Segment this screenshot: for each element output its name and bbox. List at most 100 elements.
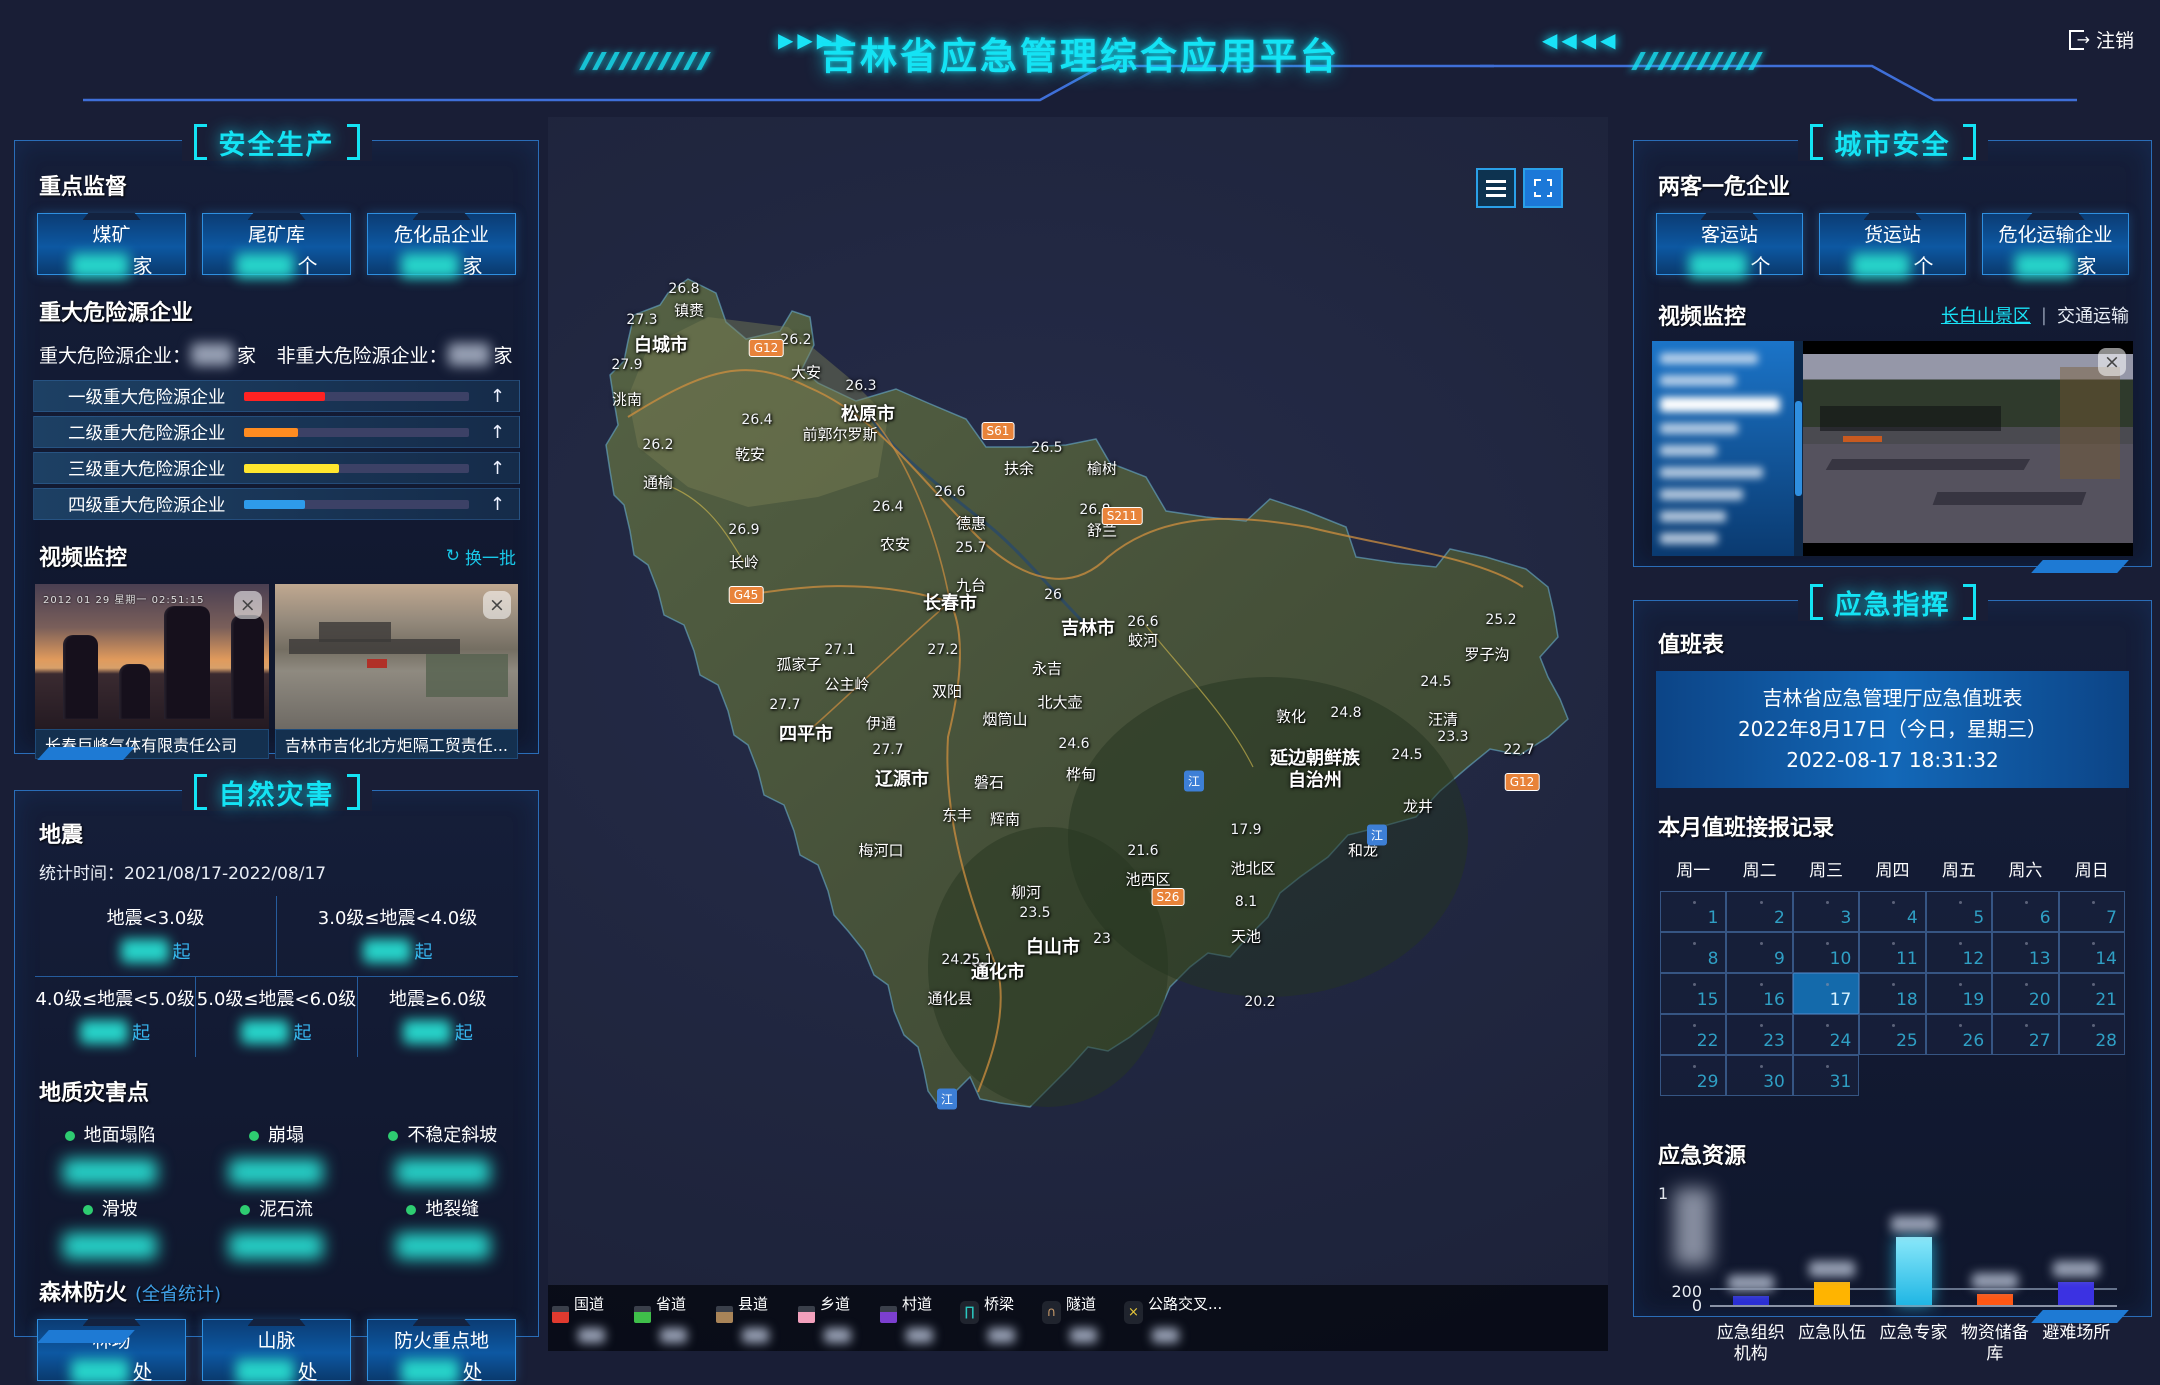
logout-button[interactable]: → 注销: [2069, 26, 2134, 53]
map-town-label: 龙井: [1403, 796, 1433, 817]
calendar-day-cell[interactable]: 4: [1859, 891, 1925, 932]
link-changbaishan[interactable]: 长白山景区: [1941, 302, 2031, 328]
legend-item[interactable]: 县道: [718, 1293, 788, 1343]
hazard-level-row[interactable]: 二级重大危险源企业↑: [33, 416, 520, 448]
calendar-day-cell[interactable]: 7: [2059, 891, 2125, 932]
camera-caption: 吉林市吉化北方炬隔工贸责任...: [275, 729, 518, 759]
hazard-level-fill: [244, 500, 305, 509]
camera-list-item-blurred[interactable]: [1660, 353, 1758, 364]
stat-card[interactable]: 林场处: [37, 1319, 186, 1381]
camera-list-item-blurred[interactable]: [1660, 423, 1738, 434]
calendar-day-cell[interactable]: 12: [1926, 932, 1992, 973]
stat-card[interactable]: 防火重点地处: [367, 1319, 516, 1381]
calendar-day-cell[interactable]: 10: [1793, 932, 1859, 973]
panel-city-title: 城市安全: [1835, 123, 1951, 162]
calendar-day-cell[interactable]: 5: [1926, 891, 1992, 932]
calendar-day-cell[interactable]: 1: [1660, 891, 1726, 932]
duty-heading: 值班表: [1658, 627, 2151, 659]
close-icon[interactable]: ×: [2098, 348, 2126, 376]
hazard-level-row[interactable]: 四级重大危险源企业↑: [33, 488, 520, 520]
blurred-value: [80, 1020, 128, 1044]
stat-card[interactable]: 山脉处: [202, 1319, 351, 1381]
calendar-day-cell[interactable]: 25: [1859, 1014, 1925, 1055]
calendar-day-number: 23: [1763, 1031, 1785, 1051]
map-temperature-label: 24.5: [1391, 747, 1422, 763]
calendar-day-cell[interactable]: 16: [1726, 973, 1792, 1014]
calendar-day-number: 4: [1907, 908, 1918, 928]
legend-item[interactable]: ∩隧道: [1046, 1293, 1116, 1343]
calendar-day-cell[interactable]: 29: [1660, 1055, 1726, 1096]
calendar-day-cell[interactable]: 9: [1726, 932, 1792, 973]
camera-list-scrollbar[interactable]: [1794, 341, 1803, 556]
refresh-batch-button[interactable]: ↻ 换一批: [446, 544, 516, 569]
geo-hazard-heading: 地质灾害点: [39, 1075, 538, 1107]
earthquake-unit: 起: [173, 942, 191, 963]
chart-bar: [2058, 1282, 2094, 1305]
calendar-day-cell[interactable]: 20: [1992, 973, 2058, 1014]
legend-item[interactable]: 国道: [554, 1293, 624, 1343]
calendar-day-cell[interactable]: 15: [1660, 973, 1726, 1014]
calendar-day-cell[interactable]: 24: [1793, 1014, 1859, 1055]
camera-list-item-blurred[interactable]: [1660, 467, 1763, 478]
stat-card-label: 尾矿库: [203, 220, 350, 247]
close-icon[interactable]: ×: [483, 591, 511, 619]
calendar-day-number: 25: [1896, 1031, 1918, 1051]
stat-card[interactable]: 客运站个: [1656, 213, 1803, 275]
calendar-day-cell[interactable]: 23: [1726, 1014, 1792, 1055]
calendar-day-cell[interactable]: 3: [1793, 891, 1859, 932]
calendar-day-cell[interactable]: 18: [1859, 973, 1925, 1014]
calendar-day-cell[interactable]: 31: [1793, 1055, 1859, 1096]
calendar-day-cell[interactable]: 28: [2059, 1014, 2125, 1055]
legend-item[interactable]: ∏桥梁: [964, 1293, 1034, 1343]
road-badge: S61: [982, 422, 1015, 440]
calendar-day-cell[interactable]: 14: [2059, 932, 2125, 973]
calendar-day-cell[interactable]: 22: [1660, 1014, 1726, 1055]
camera-card[interactable]: 2012 01 29 星期一 02:51:15 × 长春巨峰气体有限责任公司: [35, 584, 269, 759]
legend-label: 省道: [656, 1295, 686, 1313]
calendar-day-cell[interactable]: 26: [1926, 1014, 1992, 1055]
hazard-level-row[interactable]: 三级重大危险源企业↑: [33, 452, 520, 484]
close-icon[interactable]: ×: [234, 591, 262, 619]
legend-count: [824, 1323, 870, 1343]
map-fullscreen-button[interactable]: [1523, 168, 1563, 208]
hazard-level-row[interactable]: 一级重大危险源企业↑: [33, 380, 520, 412]
stat-card[interactable]: 危化品企业家: [367, 213, 516, 275]
legend-item[interactable]: 乡道: [800, 1293, 870, 1343]
legend-item[interactable]: 村道: [882, 1293, 952, 1343]
calendar-day-cell[interactable]: 19: [1926, 973, 1992, 1014]
camera-list-item-blurred[interactable]: [1660, 489, 1743, 500]
stat-card[interactable]: 尾矿库个: [202, 213, 351, 275]
map-town-label: 北大壶: [1037, 692, 1082, 713]
calendar-day-cell[interactable]: 17: [1793, 973, 1859, 1014]
camera-list-item-blurred[interactable]: [1660, 375, 1736, 386]
map-layers-button[interactable]: [1476, 168, 1516, 208]
stat-card[interactable]: 煤矿家: [37, 213, 186, 275]
legend-item[interactable]: 省道: [636, 1293, 706, 1343]
stat-card[interactable]: 货运站个: [1819, 213, 1966, 275]
scrollbar-thumb[interactable]: [1795, 401, 1802, 496]
road-badge: S211: [1102, 507, 1143, 525]
camera-list-item-blurred[interactable]: [1660, 511, 1726, 522]
calendar-day-cell[interactable]: 13: [1992, 932, 2058, 973]
calendar-day-cell[interactable]: 27: [1992, 1014, 2058, 1055]
geo-hazard-name: 地面塌陷: [27, 1121, 193, 1147]
province-map[interactable]: 白城市松原市长春市吉林市四平市辽源市白山市通化市延边朝鲜族自治州镇赉大安洮南前郭…: [548, 117, 1608, 1351]
camera-list-item-blurred[interactable]: [1660, 397, 1780, 413]
camera-list-item-blurred[interactable]: [1660, 533, 1718, 544]
calendar-day-cell[interactable]: 8: [1660, 932, 1726, 973]
link-transport[interactable]: 交通运输: [2057, 302, 2129, 328]
map-temperature-label: 27.1: [824, 642, 855, 658]
camera-list-item-blurred[interactable]: [1660, 445, 1717, 456]
calendar-day-number: 11: [1896, 949, 1918, 969]
calendar-day-cell[interactable]: 30: [1726, 1055, 1792, 1096]
calendar-day-cell[interactable]: 2: [1726, 891, 1792, 932]
calendar-day-cell[interactable]: 6: [1992, 891, 2058, 932]
stat-card-value: 处: [38, 1356, 185, 1385]
calendar-day-cell[interactable]: 11: [1859, 932, 1925, 973]
chart-bar-column: [1791, 1190, 1872, 1305]
stat-card[interactable]: 危化运输企业家: [1982, 213, 2129, 275]
map-temperature-label: 26.2: [780, 332, 811, 348]
legend-item[interactable]: ×公路交叉...: [1128, 1293, 1240, 1343]
camera-card[interactable]: × 吉林市吉化北方炬隔工贸责任...: [275, 584, 518, 759]
calendar-day-cell[interactable]: 21: [2059, 973, 2125, 1014]
